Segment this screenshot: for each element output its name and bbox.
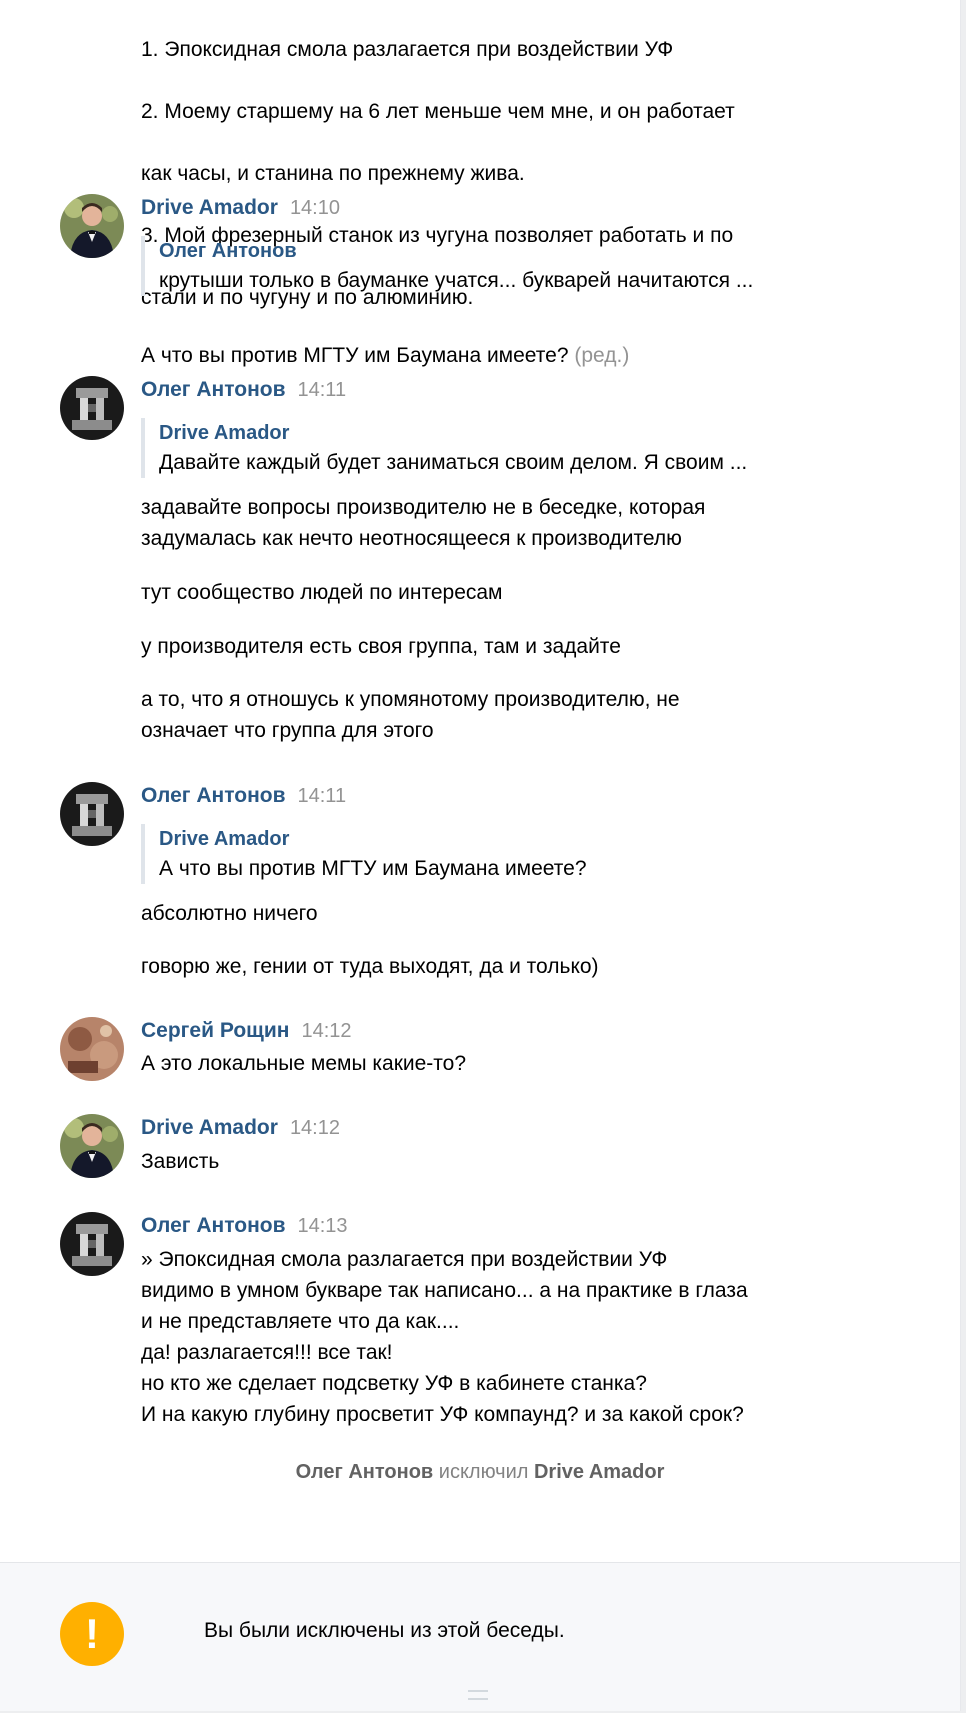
chat-panel: 1. Эпоксидная смола разлагается при возд… (0, 0, 961, 1711)
author-link[interactable]: Олег Антонов (141, 1214, 286, 1237)
message-history[interactable]: 1. Эпоксидная смола разлагается при возд… (0, 0, 960, 1562)
message-header: Drive Amador 14:12 (141, 1116, 340, 1140)
avatar-drive-amador[interactable] (60, 194, 124, 258)
message-text: Зависть (141, 1150, 220, 1173)
message-header: Сергей Рощин 14:12 (141, 1019, 352, 1043)
quote-author[interactable]: Олег Антонов (159, 236, 753, 266)
quote-text: Давайте каждый будет заниматься своим де… (159, 451, 748, 474)
avatar-oleg-antonov[interactable] (60, 782, 124, 846)
excluded-notice: Вы были исключены из этой беседы. (204, 1619, 565, 1642)
timestamp[interactable]: 14:12 (290, 1117, 340, 1139)
author-link[interactable]: Сергей Рощин (141, 1019, 289, 1042)
author-link[interactable]: Drive Amador (141, 1116, 278, 1139)
message-text: задавайте вопросы производителю не в бес… (141, 496, 706, 550)
exclamation-icon: ! (60, 1602, 124, 1666)
message-text: абсолютно ничего (141, 902, 318, 925)
message-text: » Эпоксидная смола разлагается при возде… (141, 1248, 748, 1426)
chat-footer: ! Вы были исключены из этой беседы. (0, 1562, 960, 1711)
timestamp[interactable]: 14:12 (301, 1020, 351, 1042)
reply-quote[interactable]: Олег Антонов крутыши только в бауманке у… (141, 236, 753, 296)
avatar-oleg-antonov[interactable] (60, 376, 124, 440)
message-text: А что вы против МГТУ им Баумана имеете? … (141, 344, 630, 367)
message-text: тут сообщество людей по интересам (141, 581, 503, 604)
reply-quote[interactable]: Drive Amador Давайте каждый будет занима… (141, 418, 747, 478)
avatar-drive-amador[interactable] (60, 1114, 124, 1178)
message-text: говорю же, гении от туда выходят, да и т… (141, 955, 599, 978)
message-text: у производителя есть своя группа, там и … (141, 635, 621, 658)
timestamp[interactable]: 14:10 (290, 197, 340, 219)
timestamp[interactable]: 14:13 (298, 1215, 348, 1237)
quote-author[interactable]: Drive Amador (159, 824, 587, 854)
quote-text: А что вы против МГТУ им Баумана имеете? (159, 857, 587, 880)
message-header: Олег Антонов 14:11 (141, 784, 346, 808)
reply-quote[interactable]: Drive Amador А что вы против МГТУ им Бау… (141, 824, 587, 884)
timestamp[interactable]: 14:11 (298, 379, 347, 401)
service-action: исключил (438, 1461, 529, 1483)
message-header: Drive Amador 14:10 (141, 196, 340, 220)
message-text: а то, что я отношусь к упомянотому произ… (141, 688, 680, 742)
resize-handle[interactable] (468, 1690, 488, 1700)
message-header: Олег Антонов 14:11 (141, 378, 346, 402)
service-actor-link[interactable]: Олег Антонов (296, 1461, 434, 1483)
edited-mark: (ред.) (574, 344, 630, 367)
quote-text: крутыши только в бауманке учатся... букв… (159, 269, 754, 292)
author-link[interactable]: Drive Amador (141, 196, 278, 219)
author-link[interactable]: Олег Антонов (141, 784, 286, 807)
quote-author[interactable]: Drive Amador (159, 418, 747, 448)
avatar-sergey-roschin[interactable] (60, 1017, 124, 1081)
service-target-link[interactable]: Drive Amador (534, 1461, 664, 1483)
message-text: А это локальные мемы какие-то? (141, 1052, 467, 1075)
avatar-oleg-antonov[interactable] (60, 1212, 124, 1276)
service-message: Олег Антонов исключил Drive Amador (0, 1461, 960, 1484)
author-link[interactable]: Олег Антонов (141, 378, 286, 401)
timestamp[interactable]: 14:11 (298, 785, 347, 807)
message-header: Олег Антонов 14:13 (141, 1214, 348, 1238)
